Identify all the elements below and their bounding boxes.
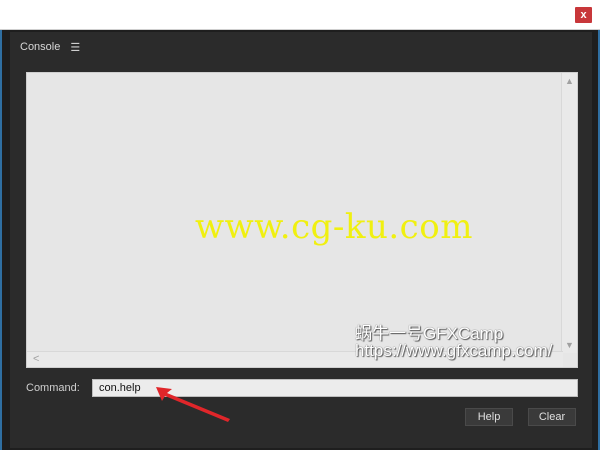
panel-menu-icon[interactable]: ☰ xyxy=(70,41,80,54)
scroll-up-icon[interactable]: ▲ xyxy=(565,76,574,86)
window-titlebar: x xyxy=(0,0,600,30)
command-label: Command: xyxy=(26,382,80,394)
vertical-scrollbar[interactable]: ▲ ▼ xyxy=(561,73,577,353)
scroll-down-icon[interactable]: ▼ xyxy=(565,340,574,350)
annotation-arrow-icon xyxy=(156,387,230,422)
close-icon: x xyxy=(580,9,587,21)
help-button[interactable]: Help xyxy=(465,408,513,426)
window-frame: Console ☰ ▲ ▼ < www.cg-ku.com 蜗牛一号GFXCam… xyxy=(0,30,600,450)
clear-button[interactable]: Clear xyxy=(528,408,576,426)
panel-header: Console ☰ xyxy=(20,38,80,56)
panel-title: Console xyxy=(20,41,61,53)
console-panel: Console ☰ ▲ ▼ < www.cg-ku.com 蜗牛一号GFXCam… xyxy=(10,32,592,448)
close-button[interactable]: x xyxy=(575,7,592,23)
scroll-left-icon[interactable]: < xyxy=(33,353,39,365)
console-output[interactable]: ▲ ▼ < www.cg-ku.com 蜗牛一号GFXCamp https://… xyxy=(26,72,578,368)
watermark-line2: https://www.gfxcamp.com/ xyxy=(355,341,553,360)
watermark-main: www.cg-ku.com xyxy=(195,207,473,247)
